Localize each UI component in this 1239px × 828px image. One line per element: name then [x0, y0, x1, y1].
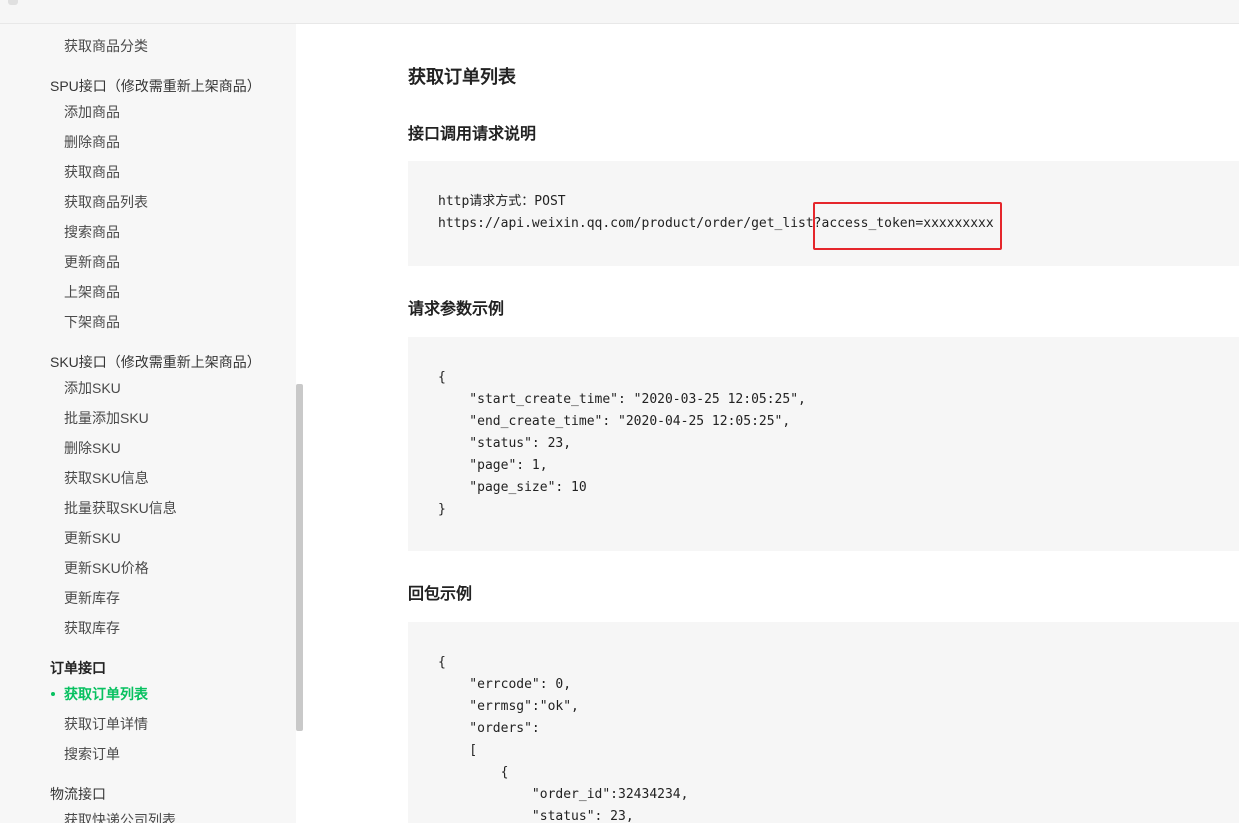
sidebar-item-get-order-list[interactable]: 获取订单列表 [64, 684, 148, 704]
code-line: "orders": [438, 721, 540, 736]
code-line: } [438, 502, 446, 517]
sidebar-item-update-sku[interactable]: 更新SKU [64, 528, 121, 548]
sidebar-group-sku[interactable]: SKU接口（修改需重新上架商品） [50, 352, 261, 372]
sidebar-item-update-product[interactable]: 更新商品 [64, 252, 120, 272]
code-line: "status": 23, [438, 436, 572, 451]
active-indicator-dot [51, 692, 55, 696]
code-line: [ [438, 743, 478, 758]
code-line: "end_create_time": "2020-04-25 12:05:25"… [438, 414, 791, 429]
code-line: http请求方式：POST [438, 194, 566, 209]
code-line: "status": 23, [438, 809, 634, 824]
sidebar-item-list-product[interactable]: 上架商品 [64, 282, 120, 302]
sidebar-scrollbar-thumb[interactable] [296, 384, 303, 731]
sidebar-item-get-product-list[interactable]: 获取商品列表 [64, 192, 148, 212]
sidebar-item-update-stock[interactable]: 更新库存 [64, 588, 120, 608]
code-line: "order_id":32434234, [438, 787, 689, 802]
sidebar-item-delete-product[interactable]: 删除商品 [64, 132, 120, 152]
sidebar-item-batch-add-sku[interactable]: 批量添加SKU [64, 408, 149, 428]
doc-sidebar: 获取商品分类 SPU接口（修改需重新上架商品） 添加商品 删除商品 获取商品 获… [0, 24, 296, 823]
sidebar-item-batch-get-sku[interactable]: 批量获取SKU信息 [64, 498, 177, 518]
sidebar-item-update-sku-price[interactable]: 更新SKU价格 [64, 558, 149, 578]
sidebar-item-add-sku[interactable]: 添加SKU [64, 378, 121, 398]
sidebar-item-search-product[interactable]: 搜索商品 [64, 222, 120, 242]
browser-top-bar [0, 0, 1239, 24]
code-line: { [438, 655, 446, 670]
page-title: 获取订单列表 [408, 67, 516, 87]
tab-corner [8, 0, 18, 5]
code-line: "errcode": 0, [438, 677, 572, 692]
code-line: "page": 1, [438, 458, 548, 473]
sidebar-item-get-sku[interactable]: 获取SKU信息 [64, 468, 149, 488]
sidebar-item-get-order-detail[interactable]: 获取订单详情 [64, 714, 148, 734]
sidebar-item-add-product[interactable]: 添加商品 [64, 102, 120, 122]
sidebar-group-logistics[interactable]: 物流接口 [50, 784, 106, 804]
sidebar-item-get-stock[interactable]: 获取库存 [64, 618, 120, 638]
sidebar-item-get-product[interactable]: 获取商品 [64, 162, 120, 182]
params-code-block: { "start_create_time": "2020-03-25 12:05… [408, 337, 1239, 551]
sidebar-item-delist-product[interactable]: 下架商品 [64, 312, 120, 332]
params-section-heading: 请求参数示例 [408, 301, 505, 318]
sidebar-item-search-order[interactable]: 搜索订单 [64, 744, 120, 764]
code-line: "start_create_time": "2020-03-25 12:05:2… [438, 392, 806, 407]
sidebar-item-get-category[interactable]: 获取商品分类 [64, 36, 148, 56]
response-section-heading: 回包示例 [408, 586, 473, 603]
code-line: { [438, 370, 446, 385]
sidebar-group-spu[interactable]: SPU接口（修改需重新上架商品） [50, 76, 261, 96]
response-code-block: { "errcode": 0, "errmsg":"ok", "orders":… [408, 622, 1239, 824]
code-line: { [438, 765, 509, 780]
access-token-highlight-box [813, 202, 1002, 250]
sidebar-item-delete-sku[interactable]: 删除SKU [64, 438, 121, 458]
sidebar-item-get-express-companies[interactable]: 获取快递公司列表 [64, 810, 176, 823]
request-section-heading: 接口调用请求说明 [408, 126, 537, 143]
code-line: "errmsg":"ok", [438, 699, 579, 714]
sidebar-group-order[interactable]: 订单接口 [50, 658, 106, 678]
code-line: "page_size": 10 [438, 480, 587, 495]
